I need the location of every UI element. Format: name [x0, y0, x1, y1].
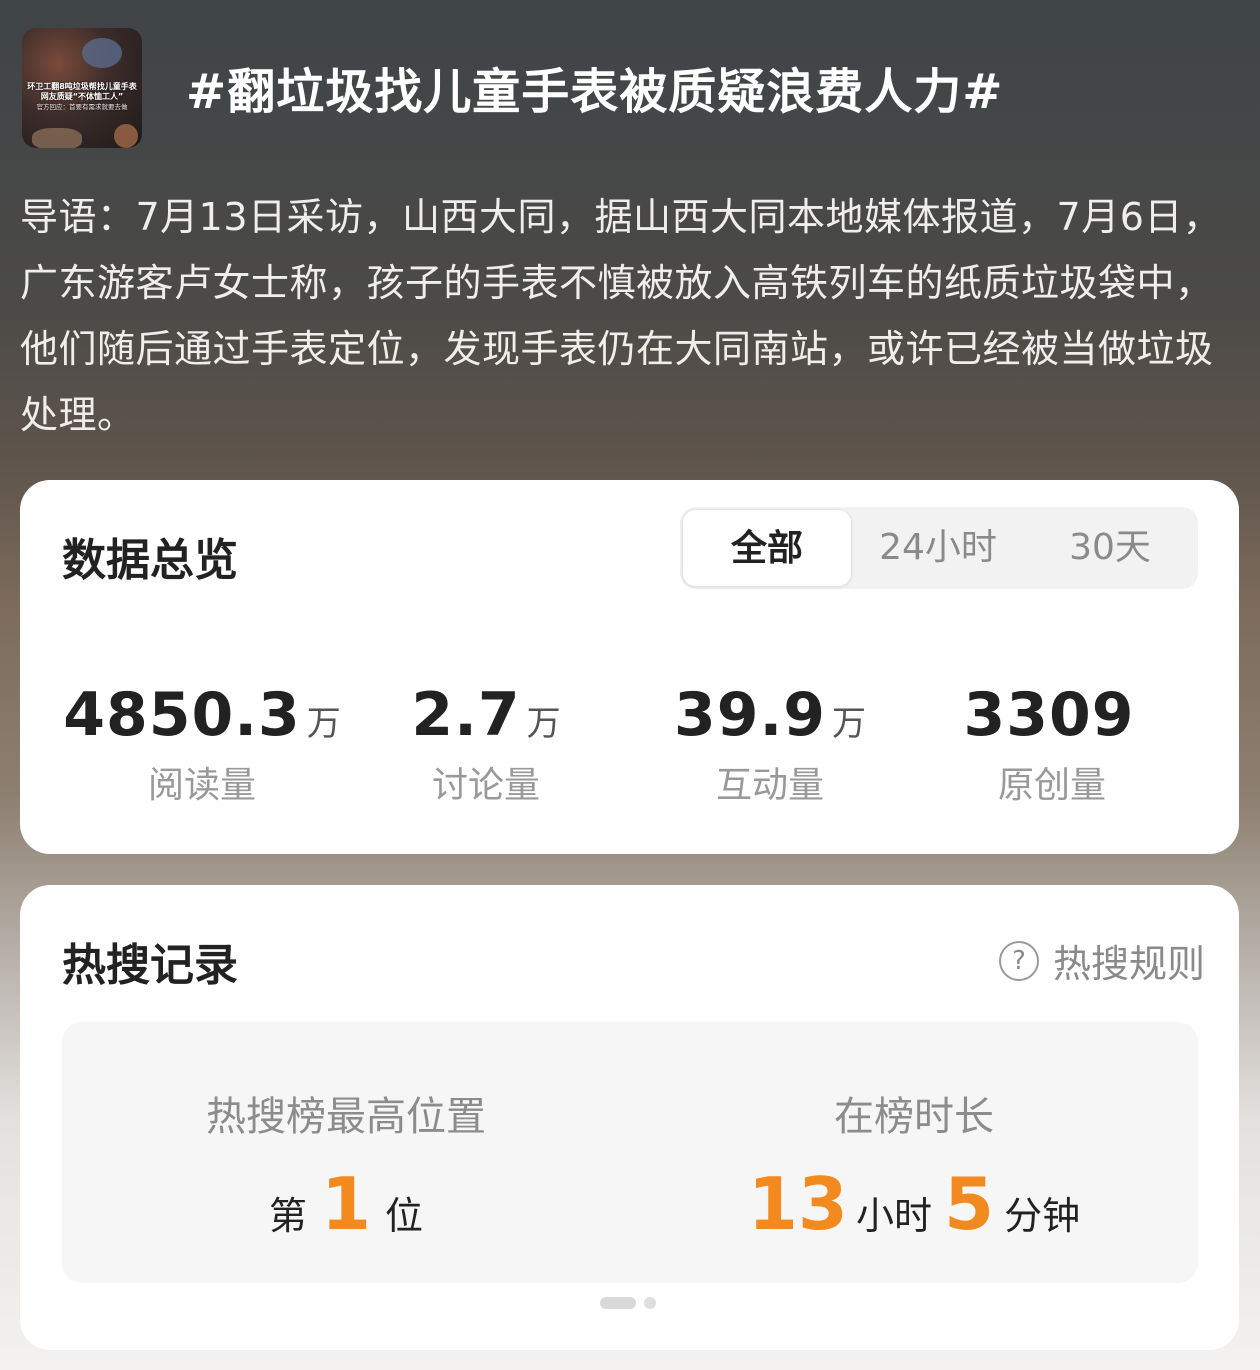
- stat-discussions: 2.7 万 讨论量: [346, 680, 626, 808]
- tab-24-hours[interactable]: 24小时: [852, 507, 1024, 589]
- time-range-tabs: 全部 24小时 30天: [680, 507, 1198, 589]
- stat-reads: 4850.3 万 阅读量: [62, 680, 342, 808]
- thumbnail-caption-line: 环卫工翻8吨垃圾帮找儿童手表: [27, 82, 137, 91]
- stat-value: 39.9: [673, 680, 827, 750]
- topic-thumbnail[interactable]: 环卫工翻8吨垃圾帮找儿童手表 网友质疑“不体恤工人” 官方回应：首要有需求就要去…: [22, 28, 142, 148]
- stat-label: 阅读量: [147, 765, 256, 806]
- stat-unit: 万: [306, 704, 341, 744]
- stat-originals: 3309 原创量: [912, 680, 1192, 808]
- thumbnail-caption-line: 官方回应：首要有需求就要去做: [36, 103, 128, 111]
- topic-intro: 导语：7月13日采访，山西大同，据山西大同本地媒体报道，7月6日，广东游客卢女士…: [20, 195, 1222, 437]
- data-overview-card: 数据总览 全部 24小时 30天 4850.3 万 阅读量 2.7 万 讨论量 39…: [20, 480, 1239, 854]
- peak-position-value: 第 1 位: [62, 1162, 630, 1246]
- peak-position: 热搜榜最高位置 第 1 位: [62, 1022, 630, 1283]
- stat-value: 3309: [963, 680, 1135, 750]
- stat-label: 原创量: [997, 765, 1106, 806]
- topic-header: 环卫工翻8吨垃圾帮找儿童手表 网友质疑“不体恤工人” 官方回应：首要有需求就要去…: [0, 0, 1260, 480]
- question-circle-icon: ?: [998, 940, 1039, 981]
- time-on-list-value: 13 小时 5 分钟: [630, 1162, 1198, 1246]
- overview-title: 数据总览: [62, 535, 238, 586]
- duration-hours: 13: [747, 1162, 849, 1246]
- page-indicator: [600, 1297, 656, 1309]
- duration-minutes-unit: 分钟: [1004, 1194, 1081, 1238]
- stat-label: 互动量: [715, 765, 824, 806]
- hot-search-rules-label: 热搜规则: [1052, 942, 1205, 986]
- hot-search-record-card: 热搜记录 ? 热搜规则 热搜榜最高位置 第 1 位 在榜时长 13 小时 5 分…: [20, 885, 1239, 1350]
- tab-30-days[interactable]: 30天: [1024, 507, 1196, 589]
- hot-search-rules-link[interactable]: ? 热搜规则: [998, 933, 1205, 988]
- hot-search-title: 热搜记录: [62, 940, 238, 991]
- thumbnail-caption: 环卫工翻8吨垃圾帮找儿童手表 网友质疑“不体恤工人” 官方回应：首要有需求就要去…: [22, 82, 142, 112]
- topic-title: #翻垃圾找儿童手表被质疑浪费人力#: [186, 64, 1004, 120]
- stat-unit: 万: [526, 704, 561, 744]
- tab-all[interactable]: 全部: [682, 509, 852, 587]
- stat-value: 4850.3: [63, 680, 301, 750]
- stat-value: 2.7: [411, 680, 521, 750]
- thumbnail-caption-line: 网友质疑“不体恤工人”: [40, 92, 124, 101]
- peak-position-label: 热搜榜最高位置: [206, 1094, 486, 1140]
- thumbnail-image-detail: [114, 124, 138, 148]
- peak-rank-number: 1: [320, 1162, 372, 1246]
- page-dot: [644, 1297, 656, 1309]
- stat-label: 讨论量: [431, 765, 540, 806]
- peak-prefix: 第: [268, 1194, 307, 1238]
- hot-search-stats-box: 热搜榜最高位置 第 1 位 在榜时长 13 小时 5 分钟: [62, 1022, 1198, 1283]
- time-on-list: 在榜时长 13 小时 5 分钟: [630, 1022, 1198, 1283]
- stat-interactions: 39.9 万 互动量: [630, 680, 910, 808]
- page-dot-active: [600, 1297, 636, 1309]
- duration-hours-unit: 小时: [856, 1194, 933, 1238]
- thumbnail-image-detail: [32, 128, 82, 148]
- peak-suffix: 位: [385, 1194, 424, 1238]
- stat-unit: 万: [832, 704, 867, 744]
- duration-minutes: 5: [944, 1162, 995, 1246]
- thumbnail-image-detail: [82, 38, 122, 68]
- time-on-list-label: 在榜时长: [834, 1094, 994, 1140]
